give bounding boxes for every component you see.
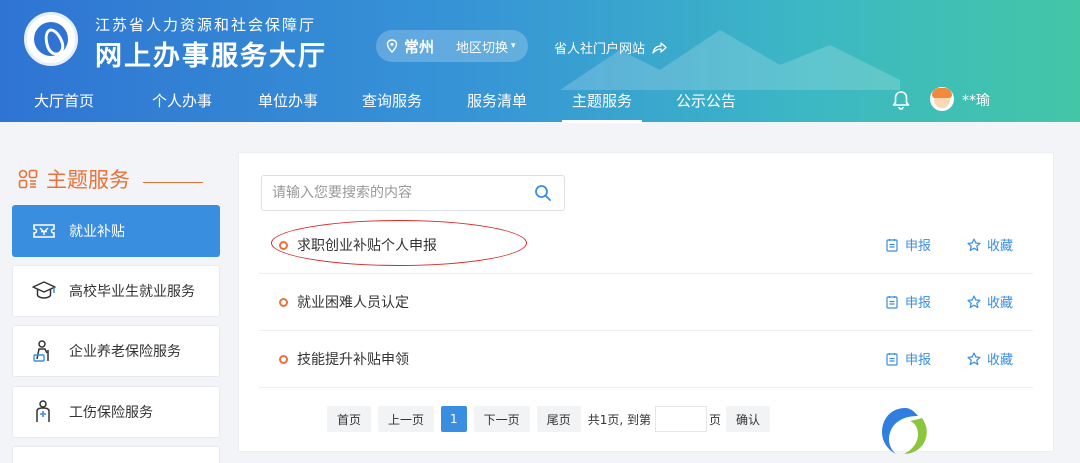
service-row: 求职创业补贴个人申报 申报 收藏: [259, 217, 1033, 274]
favorite-button[interactable]: 收藏: [967, 349, 1013, 368]
bell-icon[interactable]: [892, 90, 910, 110]
main-nav: 大厅首页 个人办事 单位办事 查询服务 服务清单 主题服务 公示公告: [0, 80, 1080, 123]
page-unit-label: 页: [708, 412, 721, 427]
graduation-cap-icon: [32, 281, 56, 299]
star-icon: [967, 351, 981, 365]
prev-page-button[interactable]: 上一页: [378, 406, 435, 432]
share-arrow-icon: [652, 41, 667, 54]
search-box: [261, 175, 565, 211]
portal-link[interactable]: 省人社门户网站: [554, 38, 667, 57]
apply-button[interactable]: 申报: [885, 292, 931, 311]
region-selector[interactable]: 常州 地区切换 ▾: [376, 30, 528, 62]
avatar[interactable]: [930, 87, 954, 111]
service-row: 就业困难人员认定 申报 收藏: [259, 274, 1033, 331]
sidebar-title-divider: [143, 182, 203, 183]
first-page-button[interactable]: 首页: [327, 406, 372, 432]
nav-announcement[interactable]: 公示公告: [676, 90, 736, 111]
nav-service-list[interactable]: 服务清单: [467, 90, 527, 111]
favorite-button[interactable]: 收藏: [967, 235, 1013, 254]
region-switch-button[interactable]: 地区切换: [456, 37, 508, 56]
last-page-button[interactable]: 尾页: [536, 406, 581, 432]
service-name[interactable]: 求职创业补贴个人申报: [297, 235, 437, 255]
service-row: 技能提升补贴申领 申报 收藏: [259, 331, 1033, 388]
page-jump-input[interactable]: [654, 406, 707, 432]
form-icon: [886, 295, 898, 309]
favorite-button[interactable]: 收藏: [967, 292, 1013, 311]
sidebar-title: 主题服务: [46, 168, 130, 192]
site-logo[interactable]: [24, 12, 78, 66]
nav-personal[interactable]: 个人办事: [152, 90, 212, 111]
nav-home[interactable]: 大厅首页: [34, 90, 94, 111]
region-city: 常州: [404, 37, 435, 56]
bullet-icon: [279, 298, 288, 307]
grid-icon: [18, 169, 38, 189]
next-page-button[interactable]: 下一页: [473, 406, 530, 432]
bullet-icon: [279, 241, 288, 250]
form-icon: [886, 352, 898, 366]
sidebar-item-pension-insurance[interactable]: 企业养老保险服务: [12, 325, 220, 377]
sidebar-item-more[interactable]: [12, 446, 220, 463]
apply-button[interactable]: 申报: [885, 349, 931, 368]
nav-theme-service[interactable]: 主题服务: [561, 90, 643, 123]
nav-query[interactable]: 查询服务: [362, 90, 422, 111]
sidebar-item-label: 工伤保险服务: [69, 405, 153, 421]
service-name[interactable]: 技能提升补贴申领: [297, 349, 409, 369]
portal-link-label: 省人社门户网站: [554, 42, 646, 57]
site-title[interactable]: 网上办事服务大厅: [95, 34, 327, 73]
star-icon: [967, 294, 981, 308]
sidebar-item-employment-subsidy[interactable]: 就业补贴: [12, 205, 220, 257]
sidebar-item-injury-insurance[interactable]: 工伤保险服务: [12, 386, 220, 438]
pagination: 首页 上一页 1 下一页 尾页 共1页, 到第 页 确认: [327, 405, 777, 433]
confirm-button[interactable]: 确认: [725, 406, 770, 432]
search-input[interactable]: [262, 176, 522, 210]
search-icon[interactable]: [534, 184, 552, 202]
chevron-down-icon: ▾: [511, 41, 516, 51]
sidebar-heading: 主题服务: [18, 164, 130, 194]
apply-button[interactable]: 申报: [885, 235, 931, 254]
username[interactable]: **瑜: [962, 90, 990, 110]
sidebar-item-label: 就业补贴: [69, 224, 125, 240]
sidebar-item-label: 企业养老保险服务: [69, 344, 181, 360]
ticket-icon: [33, 224, 55, 238]
current-page-button[interactable]: 1: [441, 406, 467, 432]
sidebar-item-graduate-employment[interactable]: 高校毕业生就业服务: [12, 265, 220, 317]
injury-insurance-icon: [36, 400, 50, 422]
page-summary: 共1页, 到第: [587, 412, 651, 427]
watermark-logo-icon: [882, 408, 927, 454]
location-pin-icon: [386, 39, 398, 53]
site-subtitle: 江苏省人力资源和社会保障厅: [95, 16, 317, 34]
nav-company[interactable]: 单位办事: [258, 90, 318, 111]
sidebar-item-label: 高校毕业生就业服务: [69, 284, 195, 300]
pension-icon: [33, 340, 49, 362]
star-icon: [967, 237, 981, 251]
form-icon: [886, 238, 898, 252]
bullet-icon: [279, 355, 288, 364]
service-name[interactable]: 就业困难人员认定: [297, 292, 409, 312]
